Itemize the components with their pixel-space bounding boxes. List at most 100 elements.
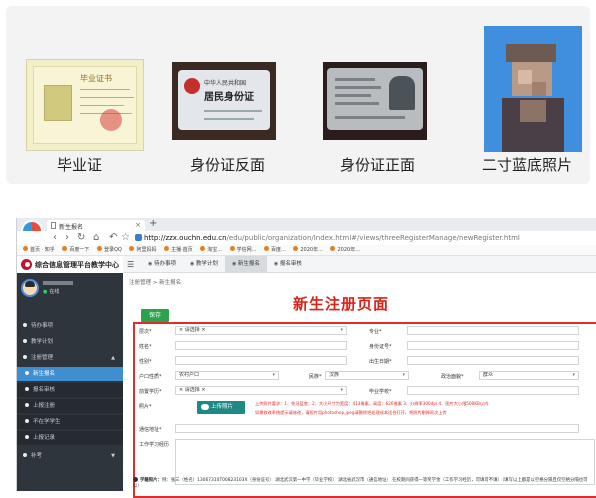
new-tab-button[interactable]: +: [149, 218, 157, 229]
ethnic-select[interactable]: 汉族 ▾: [325, 371, 409, 380]
document-examples-panel: 毕业证书 毕业证 中华人民共和国 居民身份证 身份证反面 身份证正面 二寸蓝底照…: [6, 6, 590, 184]
url-path: /edu/public/organization/Index.html#/vie…: [226, 234, 520, 242]
bookmark-star-icon[interactable]: ☆: [121, 232, 130, 244]
id-card-front-image: [323, 62, 427, 140]
info-icon: [133, 477, 138, 482]
bookmark-item[interactable]: 百度...: [264, 245, 286, 255]
sidebar-item-register-manage[interactable]: 注册管理 ▲: [17, 351, 123, 365]
browser-window: 新生报名 × + ‹ › ↻ ⌂ ↶ ☆ http://zzx.ouchn.ed…: [16, 218, 596, 498]
national-emblem-icon: [184, 78, 200, 94]
name-field[interactable]: [175, 341, 347, 350]
bookmark-item[interactable]: 百度一下: [62, 245, 89, 255]
diploma-photo: [44, 85, 72, 121]
app-name: 综合信息管理平台教学中心: [35, 261, 119, 269]
bookmark-item[interactable]: 主播·首页: [164, 245, 193, 255]
address-label: 通信地址*: [139, 427, 162, 433]
top-tab-review[interactable]: 报名审核: [267, 256, 309, 273]
chevron-down-icon: ▾: [402, 372, 405, 378]
sidebar-item-todo[interactable]: 待办事项: [17, 319, 123, 333]
home-icon[interactable]: ⌂: [93, 232, 99, 244]
page-icon: [51, 222, 56, 229]
upload-photo-button[interactable]: 上传照片: [197, 401, 245, 414]
level-select[interactable]: × 请选择 × ▾: [175, 326, 347, 335]
gender-select[interactable]: [175, 356, 347, 365]
birth-date-field[interactable]: [407, 356, 579, 365]
major-label: 专业*: [369, 329, 382, 335]
top-tab-teaching-plan[interactable]: 教学计划: [183, 256, 225, 273]
forward-icon[interactable]: ›: [65, 232, 69, 244]
prior-education-select[interactable]: × 请选择 × ▾: [175, 386, 347, 395]
reload-icon[interactable]: ↻: [77, 232, 85, 244]
id-card-back-image: 中华人民共和国 居民身份证: [172, 62, 276, 140]
navigation-bar: ‹ › ↻ ⌂ ↶ ☆ http://zzx.ouchn.edu.cn/edu/…: [17, 231, 596, 245]
photo-requirements-hint: 上传照片要求：1、免冠蓝底；2、大小尺寸为宽度：413像素，高度：626像素 3…: [255, 401, 489, 406]
sidebar: 在线 待办事项 教学计划 注册管理▲ 新生报名 报名审核 上报注册 不在学学生 …: [17, 273, 123, 491]
id-number-field[interactable]: [407, 341, 579, 350]
portrait-photo-image: [484, 26, 582, 152]
menu-toggle-icon[interactable]: ☰: [127, 260, 134, 269]
diploma-image: 毕业证书: [26, 59, 144, 151]
top-tab-new-register[interactable]: 新生报名: [224, 256, 267, 273]
breadcrumb: 注册管理 > 新生报名: [129, 280, 182, 286]
bookmark-item[interactable]: 阿里妈妈: [129, 245, 156, 255]
bookmark-item[interactable]: 登录QQ: [96, 245, 122, 255]
grad-school-label: 毕业学校*: [369, 389, 392, 395]
sidebar-item-submit[interactable]: 上报注册: [17, 399, 123, 413]
chevron-down-icon: ▼: [111, 453, 115, 459]
app-brand: 综合信息管理平台教学中心: [17, 256, 123, 273]
online-status: 在线: [43, 288, 59, 295]
avatar[interactable]: [21, 279, 39, 297]
id-card-back-caption: 身份证反面: [190, 156, 266, 174]
main-content: 注册管理 > 新生报名 新生注册页面 保存 层次* × 请选择 × ▾ 专业* 姓…: [123, 273, 596, 498]
prior-education-label: 前置学历*: [139, 389, 162, 395]
tab-bar: 新生报名 × +: [17, 218, 596, 231]
sidebar-item-teaching-plan[interactable]: 教学计划: [17, 335, 123, 349]
bookmark-item[interactable]: 淘宝...: [200, 245, 222, 255]
sidebar-item-review[interactable]: 报名审核: [17, 383, 123, 397]
name-label: 姓名*: [139, 344, 152, 350]
bookmark-item[interactable]: 2020年...: [293, 245, 323, 255]
bookmark-item[interactable]: 首页 · 知乎: [23, 245, 55, 255]
address-bar[interactable]: http://zzx.ouchn.edu.cn/edu/public/organ…: [135, 233, 591, 244]
bookmarks-bar: 首页 · 知乎 百度一下 登录QQ 阿里妈妈 主播·首页 淘宝... 学信网..…: [17, 245, 596, 256]
registration-form: 层次* × 请选择 × ▾ 专业* 姓名* 身份证号* 性别* 出生日期* 户口性…: [133, 322, 596, 498]
sidebar-item-records[interactable]: 上报记录: [17, 431, 123, 445]
bookmark-item[interactable]: 学信网...: [229, 245, 256, 255]
hukou-label: 户口性质*: [139, 374, 162, 380]
bookmark-item[interactable]: 2020年...: [330, 245, 360, 255]
profile-name-redacted: [43, 281, 73, 285]
url-host: http://zzx.ouchn.edu.cn: [144, 234, 227, 242]
chevron-down-icon: ▾: [572, 372, 575, 378]
major-select[interactable]: [407, 326, 579, 335]
user-profile: 在线: [17, 273, 123, 307]
politics-select[interactable]: 群众 ▾: [479, 371, 579, 380]
hukou-select[interactable]: 农村户口 ▾: [175, 371, 279, 380]
chevron-down-icon: ▾: [340, 327, 343, 333]
save-button[interactable]: 保存: [141, 309, 169, 322]
id-number-label: 身份证号*: [369, 344, 392, 350]
address-field[interactable]: [175, 424, 579, 433]
chevron-down-icon: ▾: [340, 387, 343, 393]
diploma-seal: [100, 109, 122, 131]
page-annotation-title: 新生注册页面: [293, 295, 390, 313]
diploma-title: 毕业证书: [80, 74, 112, 83]
back-icon[interactable]: ‹: [53, 232, 57, 244]
sidebar-item-makeup[interactable]: 补考 ▼: [17, 449, 123, 463]
resume-label: 工作学习经历: [139, 442, 170, 448]
ethnic-label: 民族*: [309, 374, 322, 380]
id-card-front-caption: 身份证正面: [340, 156, 416, 174]
university-logo-icon: [21, 259, 32, 270]
app-header: 综合信息管理平台教学中心 ☰ 待办事项 教学计划 新生报名 报名审核: [17, 256, 596, 273]
politics-label: 政治面貌*: [441, 374, 464, 380]
top-tab-todo[interactable]: 待办事项: [141, 256, 183, 273]
diploma-caption: 毕业证: [57, 156, 103, 174]
tab-new-register[interactable]: 新生报名 ×: [47, 220, 145, 231]
cloud-upload-icon: [201, 404, 209, 410]
sidebar-item-new-register[interactable]: 新生报名: [17, 367, 123, 381]
close-tab-icon[interactable]: ×: [135, 221, 141, 229]
undo-icon[interactable]: ↶: [109, 232, 117, 244]
chevron-down-icon: ▾: [272, 372, 275, 378]
gender-label: 性别*: [139, 359, 152, 365]
grad-school-field[interactable]: [407, 386, 579, 395]
sidebar-item-not-enrolled[interactable]: 不在学学生: [17, 415, 123, 429]
